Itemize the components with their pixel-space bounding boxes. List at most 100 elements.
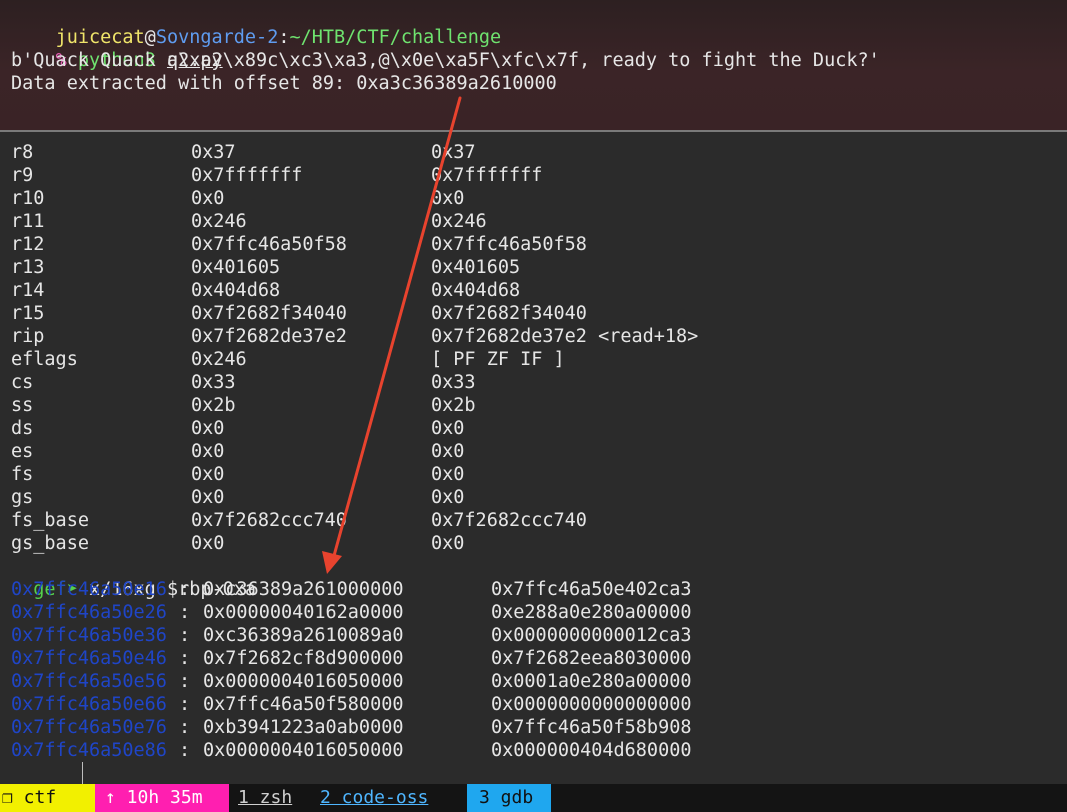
memory-colon: : (179, 579, 191, 600)
memory-address: 0x7ffc46a50e46 (11, 648, 167, 669)
memory-address: 0x7ffc46a50e16 (11, 579, 167, 600)
memory-value-1: 0xb3941223a0ab0000 (203, 717, 404, 738)
register-hex: 0x404d68 (191, 280, 281, 301)
memory-address: 0x7ffc46a50e36 (11, 625, 167, 646)
register-value: 0x246 (431, 211, 487, 232)
register-name: rip (11, 326, 45, 347)
register-name: gs_base (11, 533, 89, 554)
register-hex: 0x0 (191, 464, 225, 485)
memory-value-1: 0x7ffc46a50f580000 (203, 694, 404, 715)
register-name: r9 (11, 165, 34, 186)
memory-value-2: 0x0000000000012ca3 (491, 625, 692, 646)
register-hex: 0x33 (191, 372, 236, 393)
register-value: 0x7f2682f34040 (431, 303, 587, 324)
window-tab-zsh[interactable]: 1 zsh (238, 784, 292, 812)
shell-prompt-line: juicecat@Sovngarde-2:~/HTB/CTF/challenge (11, 3, 502, 48)
memory-colon: : (179, 648, 191, 669)
register-value: 0x0 (431, 418, 465, 439)
prompt-path: ~/HTB/CTF/challenge (289, 27, 502, 48)
register-value: 0x0 (431, 533, 465, 554)
memory-value-1: 0xc36389a2610089a0 (203, 625, 404, 646)
memory-value-1: 0x00000040162a0000 (203, 602, 404, 623)
register-name: ss (11, 395, 34, 416)
register-value: 0x404d68 (431, 280, 521, 301)
register-name: r15 (11, 303, 45, 324)
register-value: 0x2b (431, 395, 476, 416)
register-name: cs (11, 372, 34, 393)
uptime-indicator: ↑ 10h 35m (95, 784, 229, 812)
register-name: r11 (11, 211, 45, 232)
register-name: r8 (11, 142, 34, 163)
memory-value-1: 0x0000004016050000 (203, 671, 404, 692)
register-hex: 0x37 (191, 142, 236, 163)
register-name: fs (11, 464, 34, 485)
register-hex: 0x7f2682f34040 (191, 303, 347, 324)
register-name: r13 (11, 257, 45, 278)
command-line[interactable]: % python3 q2.py (11, 26, 223, 71)
register-hex: 0x7f2682ccc740 (191, 510, 347, 531)
register-name: r14 (11, 280, 45, 301)
memory-value-2: 0x7ffc46a50f58b908 (491, 717, 692, 738)
register-name: gs (11, 487, 34, 508)
register-value: 0x7ffc46a50f58 (431, 234, 587, 255)
register-value: 0x7f2682ccc740 (431, 510, 587, 531)
window-tab-code-oss[interactable]: 2 code-oss (320, 784, 428, 812)
memory-value-2: 0x000000404d680000 (491, 740, 692, 761)
window-tab-gdb[interactable]: 3 gdb (467, 784, 551, 812)
memory-value-2: 0x7ffc46a50e402ca3 (491, 579, 692, 600)
register-name: ds (11, 418, 34, 439)
register-hex: 0x246 (191, 349, 247, 370)
cursor (82, 762, 83, 784)
memory-colon: : (179, 694, 191, 715)
register-hex: 0x0 (191, 441, 225, 462)
register-value: 0x7f2682de37e2 <read+18> (431, 326, 699, 347)
memory-value-2: 0x7f2682eea8030000 (491, 648, 692, 669)
output-line-2: Data extracted with offset 89: 0xa3c3638… (11, 73, 557, 94)
memory-address: 0x7ffc46a50e66 (11, 694, 167, 715)
memory-value-1: 0x0000004016050000 (203, 740, 404, 761)
register-hex: 0x0 (191, 188, 225, 209)
register-hex: 0x246 (191, 211, 247, 232)
register-value: [ PF ZF IF ] (431, 349, 565, 370)
register-hex: 0x7ffc46a50f58 (191, 234, 347, 255)
register-name: eflags (11, 349, 78, 370)
session-name: ❐ ctf (0, 784, 95, 812)
memory-value-1: 0x7f2682cf8d900000 (203, 648, 404, 669)
register-name: r10 (11, 188, 45, 209)
register-value: 0x0 (431, 441, 465, 462)
tmux-status-bar: ❐ ctf ↑ 10h 35m 1 zsh 2 code-oss 3 gdb (0, 784, 1067, 812)
register-value: 0x7fffffff (431, 165, 543, 186)
register-value: 0x0 (431, 188, 465, 209)
output-line-1: b'Quack Quack a\xa2\x89c\xc3\xa3,@\x0e\x… (11, 50, 880, 71)
prompt-sep: : (278, 27, 290, 48)
memory-address: 0x7ffc46a50e76 (11, 717, 167, 738)
memory-colon: : (179, 625, 191, 646)
memory-value-1: 0xc36389a261000000 (203, 579, 404, 600)
register-hex: 0x2b (191, 395, 236, 416)
register-value: 0x37 (431, 142, 476, 163)
memory-address: 0x7ffc46a50e26 (11, 602, 167, 623)
memory-colon: : (179, 671, 191, 692)
memory-value-2: 0x0001a0e280a00000 (491, 671, 692, 692)
gef-input-line[interactable]: gef➤ (11, 762, 78, 807)
register-hex: 0x7f2682de37e2 (191, 326, 347, 347)
memory-colon: : (179, 717, 191, 738)
register-name: fs_base (11, 510, 89, 531)
gef-command-line[interactable]: gef➤ x/16xg $rbp-0xa (11, 555, 256, 600)
register-hex: 0x0 (191, 533, 225, 554)
register-hex: 0x0 (191, 418, 225, 439)
memory-value-2: 0xe288a0e280a00000 (491, 602, 692, 623)
register-name: r12 (11, 234, 45, 255)
register-value: 0x0 (431, 487, 465, 508)
register-hex: 0x7fffffff (191, 165, 303, 186)
register-hex: 0x0 (191, 487, 225, 508)
memory-value-2: 0x0000000000000000 (491, 694, 692, 715)
register-hex: 0x401605 (191, 257, 281, 278)
register-value: 0x33 (431, 372, 476, 393)
register-value: 0x0 (431, 464, 465, 485)
memory-colon: : (179, 740, 191, 761)
memory-address: 0x7ffc46a50e86 (11, 740, 167, 761)
terminal-top-pane: juicecat@Sovngarde-2:~/HTB/CTF/challenge… (0, 0, 1067, 130)
memory-colon: : (179, 602, 191, 623)
memory-address: 0x7ffc46a50e56 (11, 671, 167, 692)
